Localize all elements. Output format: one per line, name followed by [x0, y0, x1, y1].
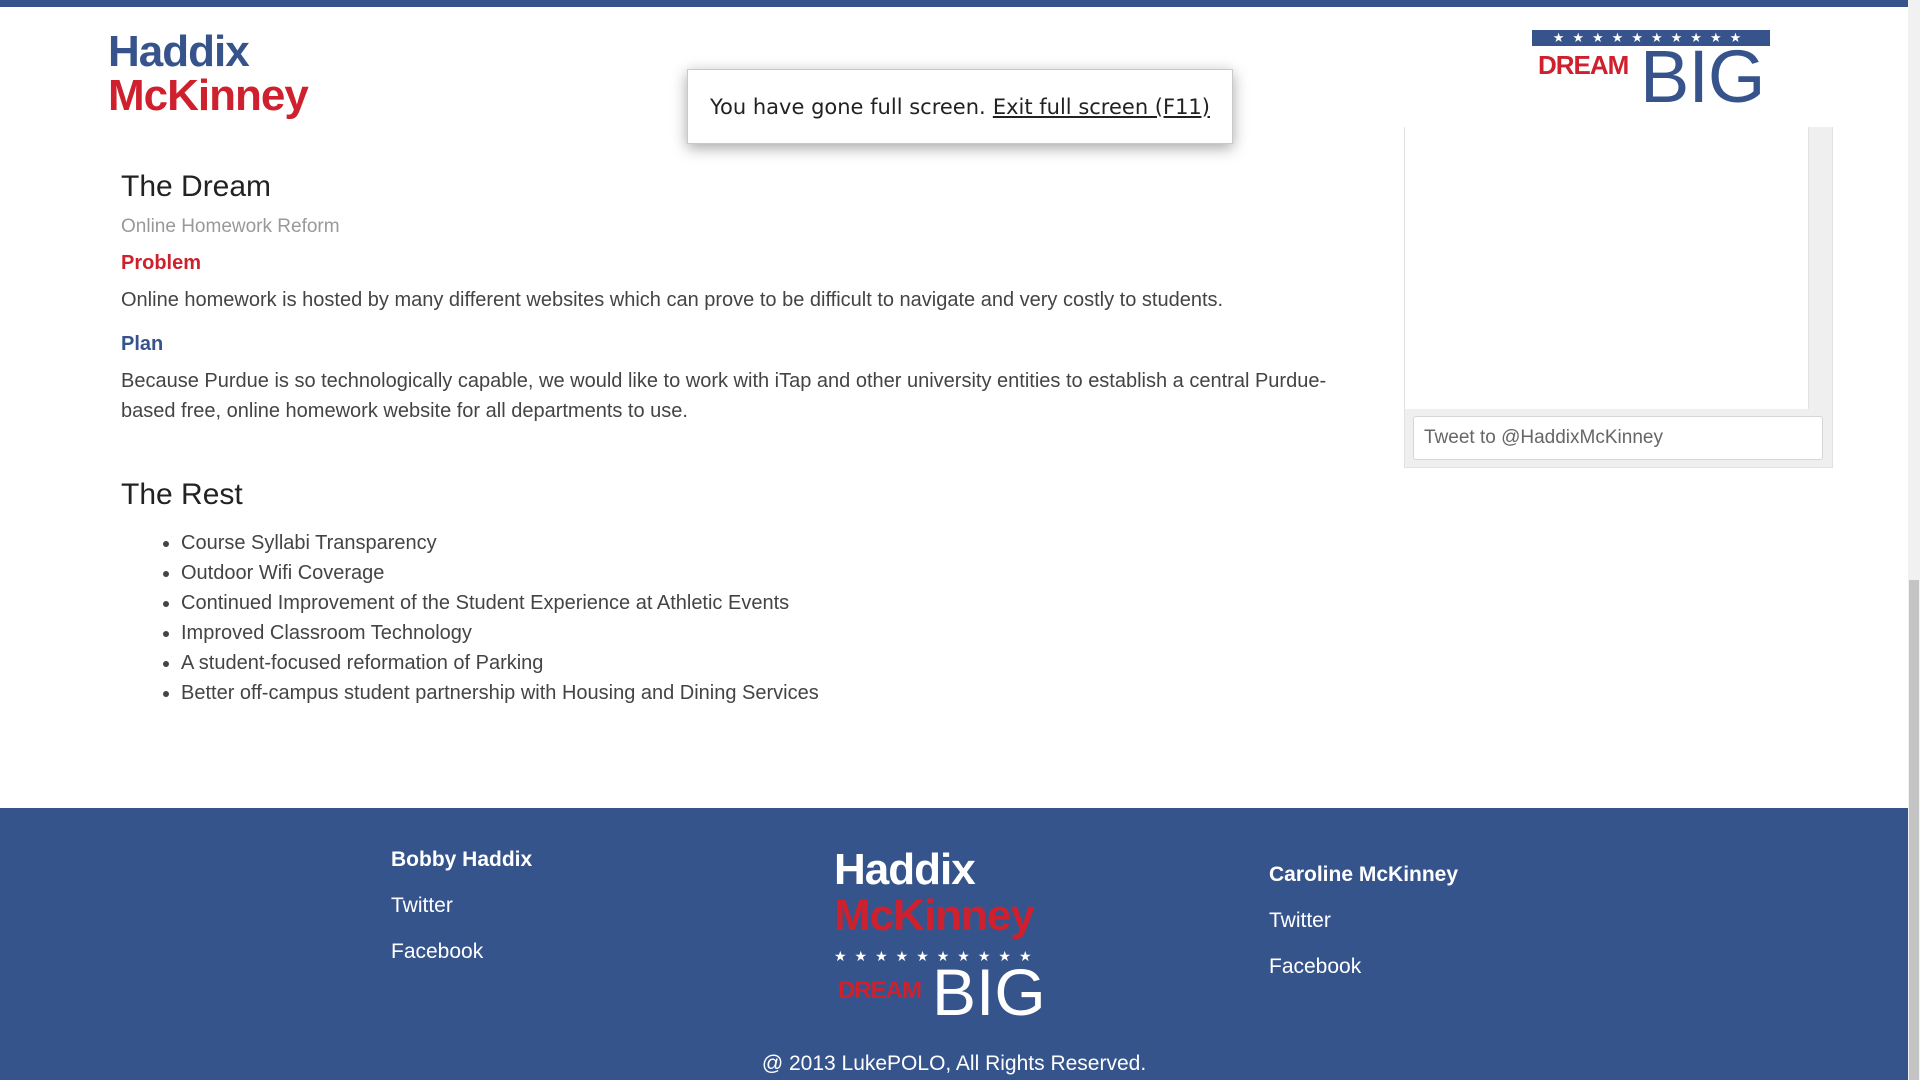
footer-logo-mckinney: McKinney: [834, 891, 1035, 940]
logo-line-mckinney: McKinney: [108, 71, 309, 120]
dream-subtitle: Online Homework Reform: [121, 216, 340, 237]
footer-col-caroline: Caroline McKinney Twitter Facebook: [1269, 863, 1458, 979]
badge-big-text: BIG: [1640, 35, 1765, 118]
footer-dream-big: DREAM BIG: [834, 959, 1054, 1025]
footer-big-text: BIG: [932, 955, 1046, 1029]
footer-col-bobby: Bobby Haddix Twitter Facebook: [391, 848, 532, 964]
top-accent-stripe: [0, 0, 1920, 7]
dream-big-badge: ★★★★★★★★★★ DREAM BIG: [1530, 30, 1772, 118]
bobby-facebook-link[interactable]: Facebook: [391, 940, 532, 964]
caroline-twitter-link[interactable]: Twitter: [1269, 909, 1458, 933]
twitter-timeline-widget: Tweet to @HaddixMcKinney: [1404, 127, 1833, 468]
scrollbar-thumb[interactable]: [1909, 580, 1919, 1080]
footer-name-caroline: Caroline McKinney: [1269, 863, 1459, 886]
rest-title: The Rest: [121, 478, 243, 511]
rest-list: Course Syllabi Transparency Outdoor Wifi…: [121, 528, 1351, 708]
fullscreen-message: You have gone full screen.: [710, 94, 986, 119]
footer-logo-haddix: Haddix: [834, 845, 976, 894]
fullscreen-notice: You have gone full screen. Exit full scr…: [687, 69, 1233, 144]
dream-title: The Dream: [121, 170, 272, 203]
problem-heading: Problem: [121, 252, 202, 274]
logo-line-haddix: Haddix: [108, 27, 250, 76]
tweet-feed[interactable]: [1405, 127, 1809, 409]
plan-text: Because Purdue is so technologically cap…: [121, 370, 1327, 422]
haddix-mckinney-logo[interactable]: Haddix McKinney: [108, 27, 309, 120]
bobby-twitter-link[interactable]: Twitter: [391, 894, 532, 918]
plan-heading: Plan: [121, 333, 164, 355]
copyright: @ 2013 LukePOLO, All Rights Reserved.: [761, 1052, 1147, 1075]
footer-logo: Haddix McKinney ★★★★★★★★★★ DREAM BIG: [834, 845, 1054, 1026]
list-item: Course Syllabi Transparency: [181, 528, 1351, 558]
footer-name-bobby: Bobby Haddix: [391, 848, 533, 871]
badge-dream-text: DREAM: [1538, 50, 1629, 80]
problem-text: Online homework is hosted by many differ…: [121, 289, 1224, 311]
list-item: Continued Improvement of the Student Exp…: [181, 588, 1351, 618]
list-item: Improved Classroom Technology: [181, 618, 1351, 648]
exit-fullscreen-link[interactable]: Exit full screen (F11): [993, 95, 1210, 119]
list-item: Outdoor Wifi Coverage: [181, 558, 1351, 588]
list-item: Better off-campus student partnership wi…: [181, 678, 1351, 708]
caroline-facebook-link[interactable]: Facebook: [1269, 955, 1458, 979]
scrollbar-track[interactable]: [1908, 0, 1920, 1080]
tweet-to-input[interactable]: Tweet to @HaddixMcKinney: [1413, 416, 1823, 460]
list-item: A student-focused reformation of Parking: [181, 648, 1351, 678]
main-content: The Dream Online Homework Reform Problem…: [121, 160, 1351, 708]
footer-dream-text: DREAM: [838, 977, 922, 1004]
footer: Bobby Haddix Twitter Facebook Haddix McK…: [0, 808, 1908, 1080]
